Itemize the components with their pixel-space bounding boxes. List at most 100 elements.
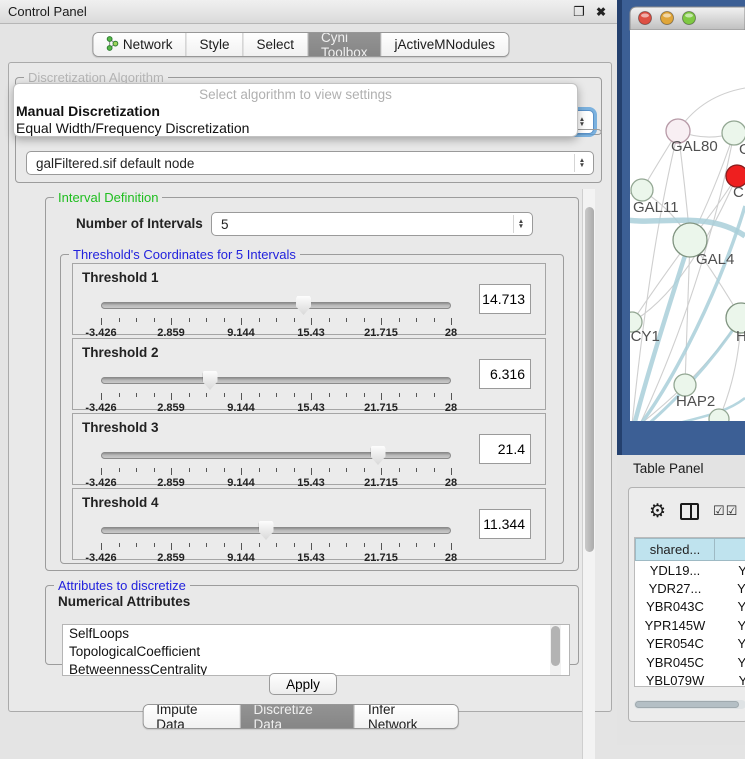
control-panel-title: Control Panel (8, 4, 87, 19)
table-data-combobox[interactable]: galFiltered.sif default node ▲▼ (26, 151, 594, 175)
close-panel-button[interactable]: ✖ (593, 4, 609, 20)
numerical-attributes-list[interactable]: SelfLoopsTopologicalCoefficientBetweenne… (62, 624, 570, 676)
algorithm-option-equal-width-frequency-discretization[interactable]: Equal Width/Frequency Discretization (14, 120, 577, 137)
table-horizontal-scrollbar[interactable] (634, 700, 745, 709)
right-column: GAL80GACGAL11GAL4GCY1HHAP2 Table Panel ⚙… (617, 0, 745, 745)
table-data-group: Table Data galFiltered.sif default node … (15, 129, 602, 183)
slider-thumb[interactable] (203, 371, 218, 390)
threshold-label: Threshold 4 (82, 495, 159, 510)
attributes-group-title: Attributes to discretize (54, 578, 190, 593)
threshold-value-field[interactable] (479, 509, 531, 539)
slider-track[interactable] (101, 302, 451, 309)
node-label: GAL4 (696, 251, 734, 268)
table-cell: YDL19... (636, 561, 715, 580)
network-node-gal11[interactable] (631, 179, 653, 201)
table-row[interactable]: YDL19...YDL1 (636, 561, 745, 580)
tab-infer-network[interactable]: Infer Network (355, 705, 458, 728)
threshold-slider[interactable]: -3.4262.8599.14415.4321.71528 (101, 290, 451, 330)
table-cell: YBR0 (715, 598, 745, 617)
node-label: C (733, 184, 744, 201)
zoom-traffic-light[interactable] (683, 12, 696, 25)
attributes-list-scrollbar[interactable] (550, 625, 561, 675)
number-of-intervals-combobox[interactable]: 5 ▲▼ (211, 212, 533, 236)
tab-select[interactable]: Select (243, 33, 308, 56)
attributes-group: Attributes to discretize Numerical Attri… (45, 585, 579, 665)
node-label: GAL11 (633, 199, 679, 216)
threshold-value-field[interactable] (479, 359, 531, 389)
table-row[interactable]: YDR27...YDR2 (636, 579, 745, 598)
node-table[interactable]: shared...n YDL19...YDL1YDR27...YDR2YBR04… (634, 537, 745, 687)
slider-track[interactable] (101, 527, 451, 534)
slider-thumb[interactable] (259, 521, 274, 540)
slider-ticks (101, 393, 451, 400)
threshold-value-field[interactable] (479, 434, 531, 464)
table-cell: YER054C (636, 635, 715, 654)
table-data-combobox-value: galFiltered.sif default node (36, 156, 574, 171)
table-row[interactable]: YBL079WYBL0 (636, 672, 745, 688)
float-window-button[interactable]: ❐ (571, 4, 587, 20)
minimize-traffic-light[interactable] (661, 12, 674, 25)
thresholds-group-title: Threshold's Coordinates for 5 Intervals (69, 247, 300, 262)
slider-thumb[interactable] (296, 296, 311, 315)
gear-icon[interactable]: ⚙ (649, 502, 666, 521)
columns-icon[interactable] (680, 503, 699, 520)
network-icon (106, 36, 118, 54)
scrollbar-thumb[interactable] (635, 701, 739, 708)
attribute-item-selfloops[interactable]: SelfLoops (63, 625, 569, 643)
threshold-slider[interactable]: -3.4262.8599.14415.4321.71528 (101, 515, 451, 555)
interval-definition-group: Interval Definition Number of Intervals … (45, 197, 579, 571)
apply-button[interactable]: Apply (269, 673, 337, 695)
content-scrollbar[interactable] (582, 189, 595, 759)
table-row[interactable]: YBR043CYBR0 (636, 598, 745, 617)
algorithm-option-manual-discretization[interactable]: Manual Discretization (14, 103, 577, 120)
tab-jactivemnodules[interactable]: jActiveMNodules (382, 33, 509, 56)
control-panel: Control Panel ❐ ✖ Network Style Select Cyni… (0, 0, 617, 745)
node-label: HAP2 (676, 393, 715, 410)
threshold-slider[interactable]: -3.4262.8599.14415.4321.71528 (101, 440, 451, 480)
table-column-header[interactable]: n (715, 539, 745, 561)
table-cell: YPR1 (715, 616, 745, 635)
tab-label: jActiveMNodules (395, 37, 496, 52)
threshold-panel-threshold-1: Threshold 1 -3.4262.8599.14415.4321.71528 (72, 263, 546, 335)
tab-label: Cyni Toolbox (321, 32, 368, 57)
threshold-value-field[interactable] (479, 284, 531, 314)
table-cell: YDR2 (715, 579, 745, 598)
tab-style[interactable]: Style (186, 33, 243, 56)
slider-thumb[interactable] (371, 446, 386, 465)
threshold-panel-threshold-4: Threshold 4 -3.4262.8599.14415.4321.71528 (72, 488, 546, 560)
node-label: GAL80 (671, 138, 718, 155)
threshold-label: Threshold 1 (82, 270, 159, 285)
table-cell: YBR0 (715, 653, 745, 672)
slider-ticks (101, 543, 451, 550)
slider-track[interactable] (101, 377, 451, 384)
node-label: H (736, 328, 745, 345)
network-view[interactable]: GAL80GACGAL11GAL4GCY1HHAP2 (617, 0, 745, 455)
table-cell: YBR043C (636, 598, 715, 617)
table-cell: YPR145W (636, 616, 715, 635)
tab-label: Impute Data (156, 704, 226, 729)
scrollbar-thumb[interactable] (551, 626, 560, 666)
scrollbar-thumb[interactable] (585, 207, 594, 552)
tab-network[interactable]: Network (93, 33, 187, 56)
tab-impute-data[interactable]: Impute Data (143, 705, 240, 728)
tab-discretize-data[interactable]: Discretize Data (241, 705, 355, 728)
tab-cyni-toolbox[interactable]: Cyni Toolbox (308, 33, 382, 56)
numerical-attributes-label: Numerical Attributes (58, 594, 190, 609)
algorithm-popup-hint: Select algorithm to view settings (14, 87, 577, 103)
table-cell: YBL079W (636, 672, 715, 688)
table-row[interactable]: YBR045CYBR0 (636, 653, 745, 672)
tab-label: Select (256, 37, 294, 52)
close-traffic-light[interactable] (639, 12, 652, 25)
checkbox-icons[interactable]: ☑☑ (713, 503, 738, 519)
table-column-header[interactable]: shared... (636, 539, 715, 561)
slider-track[interactable] (101, 452, 451, 459)
threshold-label: Threshold 2 (82, 345, 159, 360)
table-row[interactable]: YER054CYER0 (636, 635, 745, 654)
attribute-item-topologicalcoefficient[interactable]: TopologicalCoefficient (63, 643, 569, 661)
table-panel-toolbar: ⚙ ☑☑ (629, 488, 745, 534)
table-cell: YBL0 (715, 672, 745, 688)
number-of-intervals-value: 5 (221, 217, 513, 232)
tab-label: Network (123, 37, 173, 52)
table-row[interactable]: YPR145WYPR1 (636, 616, 745, 635)
threshold-slider[interactable]: -3.4262.8599.14415.4321.71528 (101, 365, 451, 405)
